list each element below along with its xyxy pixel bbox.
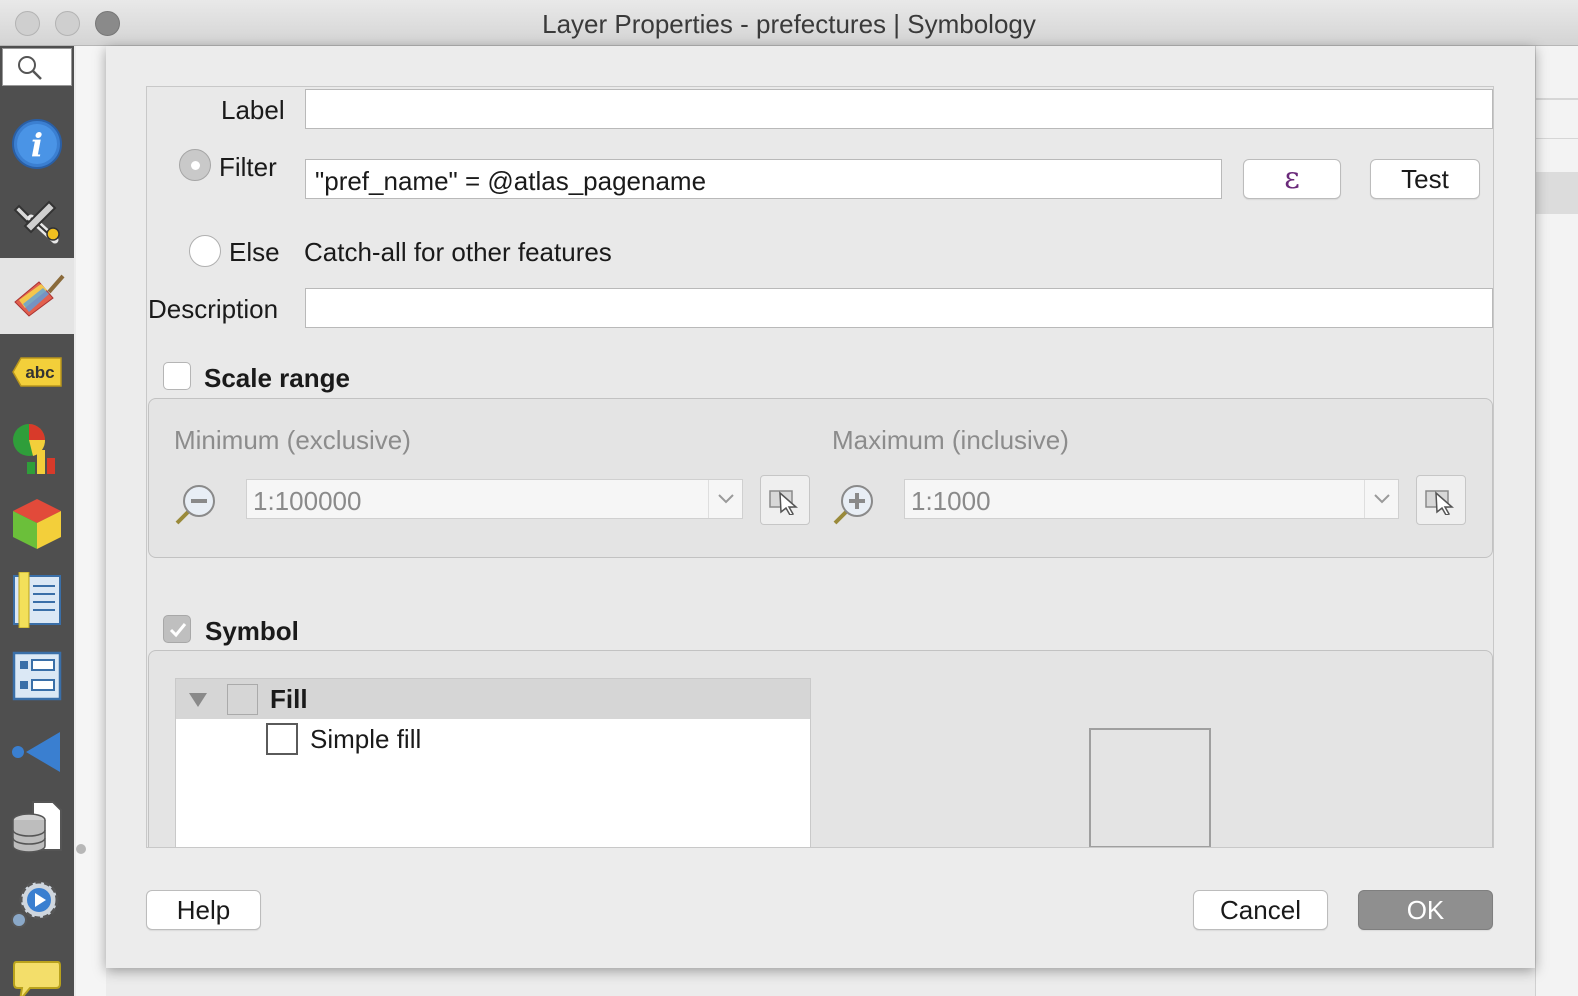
epsilon-icon: ε (1284, 161, 1300, 196)
sidebar-scroll-gutter (76, 46, 106, 996)
scale-range-title: Scale range (204, 363, 350, 393)
sidebar-item-attributes-form[interactable] (0, 638, 74, 714)
sidebar-item-diagrams[interactable] (0, 410, 74, 486)
splitter-handle[interactable] (76, 844, 86, 854)
actions-icon (11, 880, 59, 928)
search-icon (18, 56, 42, 80)
zoom-in-icon (833, 485, 873, 525)
checkmark-icon (169, 623, 187, 638)
paintbrush-icon (14, 274, 65, 317)
minimum-scale-caption: Minimum (exclusive) (174, 425, 411, 455)
maximum-scale-from-map-button[interactable] (1416, 475, 1466, 525)
sidebar-item-source[interactable] (0, 182, 74, 258)
symbol-checkbox[interactable] (163, 615, 191, 643)
wrench-icon (13, 200, 60, 244)
diagram-icon (13, 424, 55, 474)
filter-caption: Filter (219, 152, 277, 182)
sidebar-item-display[interactable] (0, 942, 74, 996)
sidebar-item-auxiliary-storage[interactable] (0, 790, 74, 866)
else-description: Catch-all for other features (304, 237, 612, 267)
tree-item-label: Fill (270, 684, 308, 714)
description-input[interactable] (305, 288, 1493, 328)
labels-icon: abc (12, 357, 62, 387)
description-caption: Description (148, 294, 279, 324)
help-button[interactable]: Help (146, 890, 261, 930)
sidebar-item-3d-view[interactable] (0, 486, 74, 562)
symbol-preview (1089, 728, 1211, 847)
window-title: Layer Properties - prefectures | Symbolo… (542, 9, 1036, 39)
maximum-scale-combo[interactable]: 1:1000 (904, 479, 1399, 519)
simple-fill-swatch (266, 723, 298, 755)
maximum-scale-caption: Maximum (inclusive) (832, 425, 1069, 455)
attributes-form-icon (12, 651, 62, 701)
svg-text:i: i (31, 126, 43, 164)
symbol-group: Fill Simple fill (148, 650, 1493, 847)
cancel-button[interactable]: Cancel (1193, 890, 1328, 930)
display-icon (13, 961, 61, 996)
sidebar-item-labels[interactable]: abc (0, 334, 74, 410)
symbol-layer-tree[interactable]: Fill Simple fill (175, 678, 811, 847)
filter-expression-input[interactable]: "pref_name" = @atlas_pagename (305, 159, 1222, 199)
chevron-down-icon[interactable] (708, 480, 742, 518)
scale-range-checkbox[interactable] (163, 362, 191, 390)
filter-radio[interactable] (179, 149, 211, 181)
3d-cube-icon (13, 499, 61, 549)
ok-button[interactable]: OK (1358, 890, 1493, 930)
minimum-scale-combo[interactable]: 1:100000 (246, 479, 743, 519)
sidebar-search-field[interactable] (2, 48, 72, 86)
triangle-down-icon[interactable] (188, 692, 208, 708)
else-caption: Else (229, 237, 280, 267)
rule-properties-sheet: Label Filter "pref_name" = @atlas_pagena… (106, 46, 1535, 968)
properties-sidebar: i abc (0, 46, 74, 996)
fill-symbol-swatch (227, 684, 258, 715)
test-button[interactable]: Test (1370, 159, 1480, 199)
sidebar-item-information[interactable]: i (0, 106, 74, 182)
background-window (1535, 46, 1578, 996)
label-input[interactable] (305, 89, 1493, 129)
rule-properties-panel: Label Filter "pref_name" = @atlas_pagena… (146, 86, 1494, 848)
else-radio[interactable] (189, 235, 221, 267)
maximum-scale-value: 1:1000 (911, 486, 991, 516)
sidebar-item-joins[interactable] (0, 714, 74, 790)
sidebar-item-symbology[interactable] (0, 258, 74, 334)
symbol-title: Symbol (205, 616, 299, 646)
window-titlebar: Layer Properties - prefectures | Symbolo… (0, 0, 1578, 46)
tree-item-label: Simple fill (310, 724, 422, 754)
minimum-scale-from-map-button[interactable] (760, 475, 810, 525)
expression-builder-button[interactable]: ε (1243, 159, 1341, 199)
labels-icon-text: abc (25, 363, 54, 382)
map-pick-icon (1425, 490, 1454, 515)
sidebar-item-fields[interactable] (0, 562, 74, 638)
tree-row-fill[interactable]: Fill (176, 679, 810, 719)
info-icon: i (12, 119, 62, 169)
auxiliary-storage-icon (12, 801, 62, 853)
map-pick-icon (769, 490, 798, 515)
joins-icon (12, 732, 60, 772)
label-caption: Label (221, 95, 285, 125)
scale-range-group: Minimum (exclusive) Maximum (inclusive) … (148, 398, 1493, 558)
minimum-scale-value: 1:100000 (253, 486, 362, 516)
fields-icon (13, 572, 61, 628)
sidebar-item-actions[interactable] (0, 866, 74, 942)
zoom-out-icon (175, 485, 215, 525)
chevron-down-icon[interactable] (1364, 480, 1398, 518)
